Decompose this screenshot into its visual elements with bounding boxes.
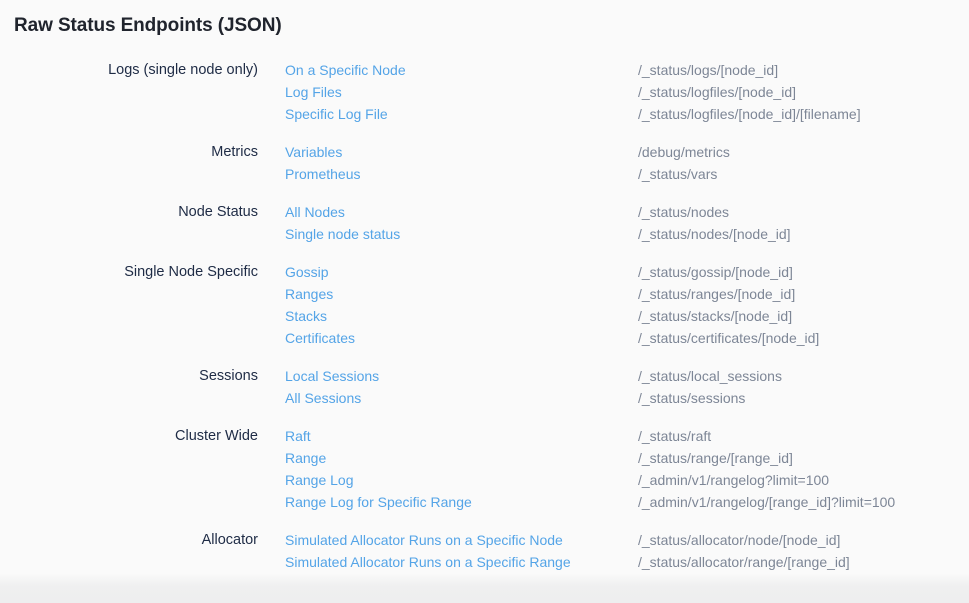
endpoint-links-column: RaftRangeRange LogRange Log for Specific… (285, 425, 638, 513)
group-category-label: Single Node Specific (0, 261, 258, 283)
endpoint-link[interactable]: Single node status (285, 223, 400, 245)
endpoint-group: Allocator Simulated Allocator Runs on a … (0, 529, 969, 573)
endpoint-link[interactable]: Range Log for Specific Range (285, 491, 472, 513)
endpoint-link[interactable]: Certificates (285, 327, 355, 349)
endpoint-link[interactable]: Ranges (285, 283, 333, 305)
endpoint-path: /_status/vars (638, 163, 969, 185)
endpoint-links-column: VariablesPrometheus (285, 141, 638, 185)
endpoint-link[interactable]: All Nodes (285, 201, 345, 223)
endpoint-path: /_status/allocator/range/[range_id] (638, 551, 969, 573)
endpoint-paths-column: /_status/gossip/[node_id]/_status/ranges… (638, 261, 969, 349)
endpoint-path: /_status/allocator/node/[node_id] (638, 529, 969, 551)
endpoint-paths-column: /_status/allocator/node/[node_id]/_statu… (638, 529, 969, 573)
endpoint-path: /_admin/v1/rangelog?limit=100 (638, 469, 969, 491)
endpoint-link[interactable]: Prometheus (285, 163, 360, 185)
endpoint-path: /_status/nodes/[node_id] (638, 223, 969, 245)
endpoint-path: /_status/sessions (638, 387, 969, 409)
endpoint-link[interactable]: Variables (285, 141, 342, 163)
endpoint-link[interactable]: Gossip (285, 261, 329, 283)
endpoint-path: /_status/stacks/[node_id] (638, 305, 969, 327)
endpoint-path: /_status/range/[range_id] (638, 447, 969, 469)
endpoint-links-column: Simulated Allocator Runs on a Specific N… (285, 529, 638, 573)
endpoint-group: Metrics VariablesPrometheus /debug/metri… (0, 141, 969, 185)
endpoint-links-column: GossipRangesStacksCertificates (285, 261, 638, 349)
endpoint-path: /_status/raft (638, 425, 969, 447)
endpoint-paths-column: /_status/local_sessions/_status/sessions (638, 365, 969, 409)
endpoint-link[interactable]: All Sessions (285, 387, 361, 409)
endpoint-link[interactable]: On a Specific Node (285, 59, 406, 81)
endpoint-link[interactable]: Raft (285, 425, 311, 447)
endpoint-paths-column: /_status/raft/_status/range/[range_id]/_… (638, 425, 969, 513)
endpoint-link[interactable]: Simulated Allocator Runs on a Specific R… (285, 551, 571, 573)
footer-shadow-strip (0, 573, 969, 603)
endpoint-path: /_status/certificates/[node_id] (638, 327, 969, 349)
endpoint-group: Cluster Wide RaftRangeRange LogRange Log… (0, 425, 969, 513)
endpoint-link[interactable]: Log Files (285, 81, 342, 103)
endpoint-link[interactable]: Local Sessions (285, 365, 379, 387)
endpoint-links-column: Local SessionsAll Sessions (285, 365, 638, 409)
endpoint-path: /_status/logs/[node_id] (638, 59, 969, 81)
endpoint-paths-column: /debug/metrics/_status/vars (638, 141, 969, 185)
endpoint-path: /_status/logfiles/[node_id]/[filename] (638, 103, 969, 125)
group-category-label: Cluster Wide (0, 425, 258, 447)
endpoint-link[interactable]: Stacks (285, 305, 327, 327)
endpoint-groups: Logs (single node only) On a Specific No… (0, 59, 969, 573)
endpoint-path: /debug/metrics (638, 141, 969, 163)
endpoint-path: /_status/nodes (638, 201, 969, 223)
endpoint-group: Sessions Local SessionsAll Sessions /_st… (0, 365, 969, 409)
debug-endpoints-page: Raw Status Endpoints (JSON) Logs (single… (0, 0, 969, 573)
endpoint-paths-column: /_status/logs/[node_id]/_status/logfiles… (638, 59, 969, 125)
endpoint-path: /_status/local_sessions (638, 365, 969, 387)
endpoint-links-column: All NodesSingle node status (285, 201, 638, 245)
group-category-label: Sessions (0, 365, 258, 387)
endpoint-group: Logs (single node only) On a Specific No… (0, 59, 969, 125)
endpoint-group: Single Node Specific GossipRangesStacksC… (0, 261, 969, 349)
endpoint-link[interactable]: Range (285, 447, 326, 469)
endpoint-link[interactable]: Range Log (285, 469, 354, 491)
endpoint-path: /_admin/v1/rangelog/[range_id]?limit=100 (638, 491, 969, 513)
group-category-label: Metrics (0, 141, 258, 163)
endpoint-link[interactable]: Simulated Allocator Runs on a Specific N… (285, 529, 563, 551)
group-category-label: Logs (single node only) (0, 59, 258, 81)
group-category-label: Allocator (0, 529, 258, 551)
endpoint-group: Node Status All NodesSingle node status … (0, 201, 969, 245)
endpoint-path: /_status/ranges/[node_id] (638, 283, 969, 305)
group-category-label: Node Status (0, 201, 258, 223)
endpoint-path: /_status/gossip/[node_id] (638, 261, 969, 283)
page-title: Raw Status Endpoints (JSON) (14, 14, 969, 38)
endpoint-paths-column: /_status/nodes/_status/nodes/[node_id] (638, 201, 969, 245)
endpoint-link[interactable]: Specific Log File (285, 103, 388, 125)
endpoint-links-column: On a Specific NodeLog FilesSpecific Log … (285, 59, 638, 125)
endpoint-path: /_status/logfiles/[node_id] (638, 81, 969, 103)
